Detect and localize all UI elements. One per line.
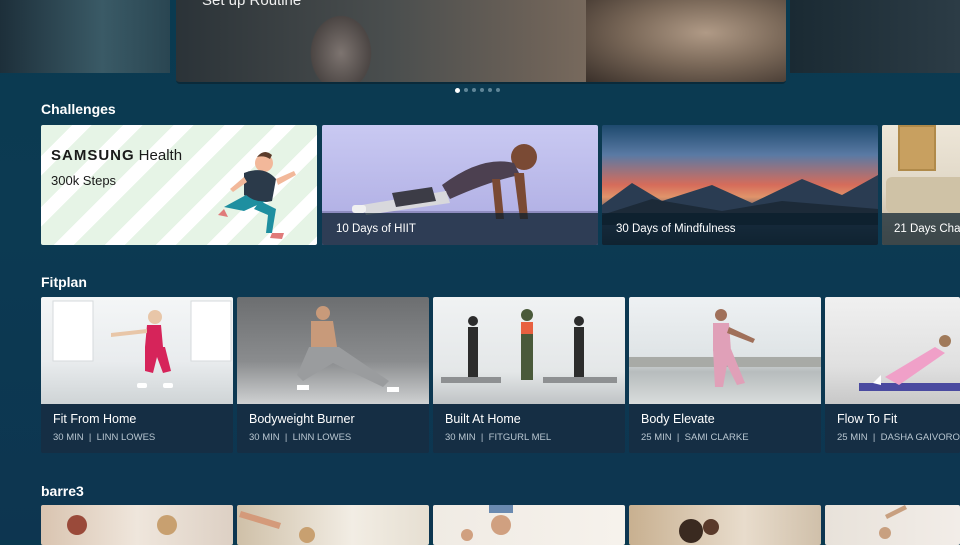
workout-card[interactable]: [825, 505, 960, 545]
workout-card[interactable]: Bodyweight Burner 30 MIN | LINN LOWES: [237, 297, 429, 453]
wall-art-image: [898, 125, 936, 171]
workout-title: Built At Home: [445, 412, 521, 426]
challenge-title: 30 Days of Mindfulness: [602, 213, 878, 245]
workout-card[interactable]: [629, 505, 821, 545]
workout-meta: 25 MIN | DASHA GAIVORONSKI: [837, 432, 960, 443]
workout-card[interactable]: Flow To Fit 25 MIN | DASHA GAIVORONSKI: [825, 297, 960, 453]
carousel-dot[interactable]: [455, 87, 460, 93]
workout-meta: 30 MIN | LINN LOWES: [53, 432, 156, 443]
section-title-barre3: barre3: [41, 483, 84, 499]
workout-card[interactable]: Fit From Home 30 MIN | LINN LOWES: [41, 297, 233, 453]
workout-thumbnail: [41, 297, 233, 404]
workout-thumbnail: [237, 297, 429, 404]
workout-card[interactable]: Built At Home 30 MIN | FITGURL MEL: [433, 297, 625, 453]
workout-card[interactable]: [237, 505, 429, 545]
carousel-dot[interactable]: [480, 88, 484, 92]
workout-thumbnail: [825, 297, 960, 404]
workout-card[interactable]: [41, 505, 233, 545]
workout-thumbnail: [433, 297, 625, 404]
workout-title: Bodyweight Burner: [249, 412, 355, 426]
hero-banner[interactable]: Set up Routine: [176, 0, 786, 84]
carousel-dot[interactable]: [464, 88, 468, 92]
workout-title: Fit From Home: [53, 412, 137, 426]
samsung-health-logo: SAMSUNG Health: [51, 147, 183, 164]
workout-card[interactable]: [433, 505, 625, 545]
section-title-fitplan: Fitplan: [41, 274, 87, 290]
workout-meta: 30 MIN | LINN LOWES: [249, 432, 352, 443]
workout-meta: 25 MIN | SAMI CLARKE: [641, 432, 749, 443]
hero-title: Set up Routine: [202, 0, 302, 9]
hero-prev-slide[interactable]: [0, 0, 170, 73]
workout-thumbnail: [629, 297, 821, 404]
carousel-dot[interactable]: [496, 88, 500, 92]
section-title-challenges: Challenges: [41, 101, 116, 117]
runner-illustration: [218, 151, 296, 239]
challenge-title: 300k Steps: [51, 173, 117, 188]
workout-meta: 30 MIN | FITGURL MEL: [445, 432, 552, 443]
workout-title: Flow To Fit: [837, 412, 898, 426]
challenge-title: 21 Days Cha: [882, 213, 960, 245]
challenge-card[interactable]: 10 Days of HIIT: [322, 125, 598, 245]
sofa-image: [886, 177, 960, 213]
challenge-card[interactable]: 30 Days of Mindfulness: [602, 125, 878, 245]
workout-card[interactable]: Body Elevate 25 MIN | SAMI CLARKE: [629, 297, 821, 453]
hero-next-slide[interactable]: [790, 0, 960, 73]
challenge-card[interactable]: 21 Days Cha: [882, 125, 960, 245]
challenge-title: 10 Days of HIIT: [322, 213, 598, 245]
carousel-indicator: [455, 87, 500, 93]
carousel-dot[interactable]: [472, 88, 476, 92]
carousel-dot[interactable]: [488, 88, 492, 92]
hero-image: [306, 10, 376, 82]
challenge-card-samsung-health[interactable]: SAMSUNG Health 300k Steps: [41, 125, 317, 245]
workout-title: Body Elevate: [641, 412, 715, 426]
hiit-workout-image: [352, 144, 537, 219]
